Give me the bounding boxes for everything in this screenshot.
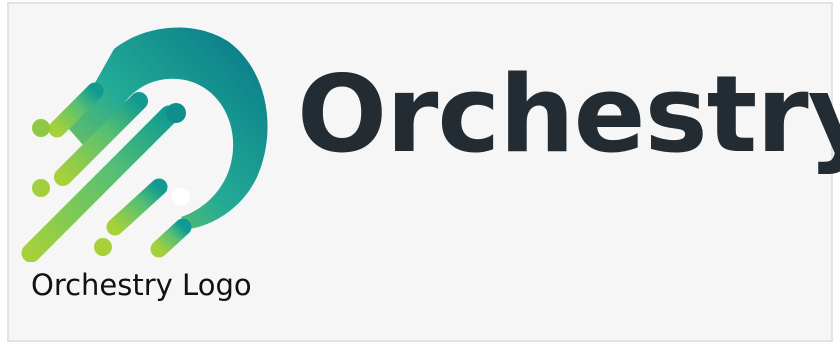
logo-dot-3	[94, 238, 112, 256]
logo-dot-5	[172, 188, 190, 206]
logo-panel: Orchestry Orchestry Logo	[7, 2, 840, 342]
logo-dot-2	[32, 179, 50, 197]
logo-dot-1	[32, 119, 50, 137]
logo-streak-5	[150, 218, 192, 258]
logo-dot-4	[166, 103, 186, 123]
logo-caption: Orchestry Logo	[31, 268, 252, 302]
logo-wordmark: Orchestry	[297, 53, 840, 176]
logo-streak-4	[106, 178, 168, 236]
orchestry-comet-icon	[21, 27, 268, 262]
